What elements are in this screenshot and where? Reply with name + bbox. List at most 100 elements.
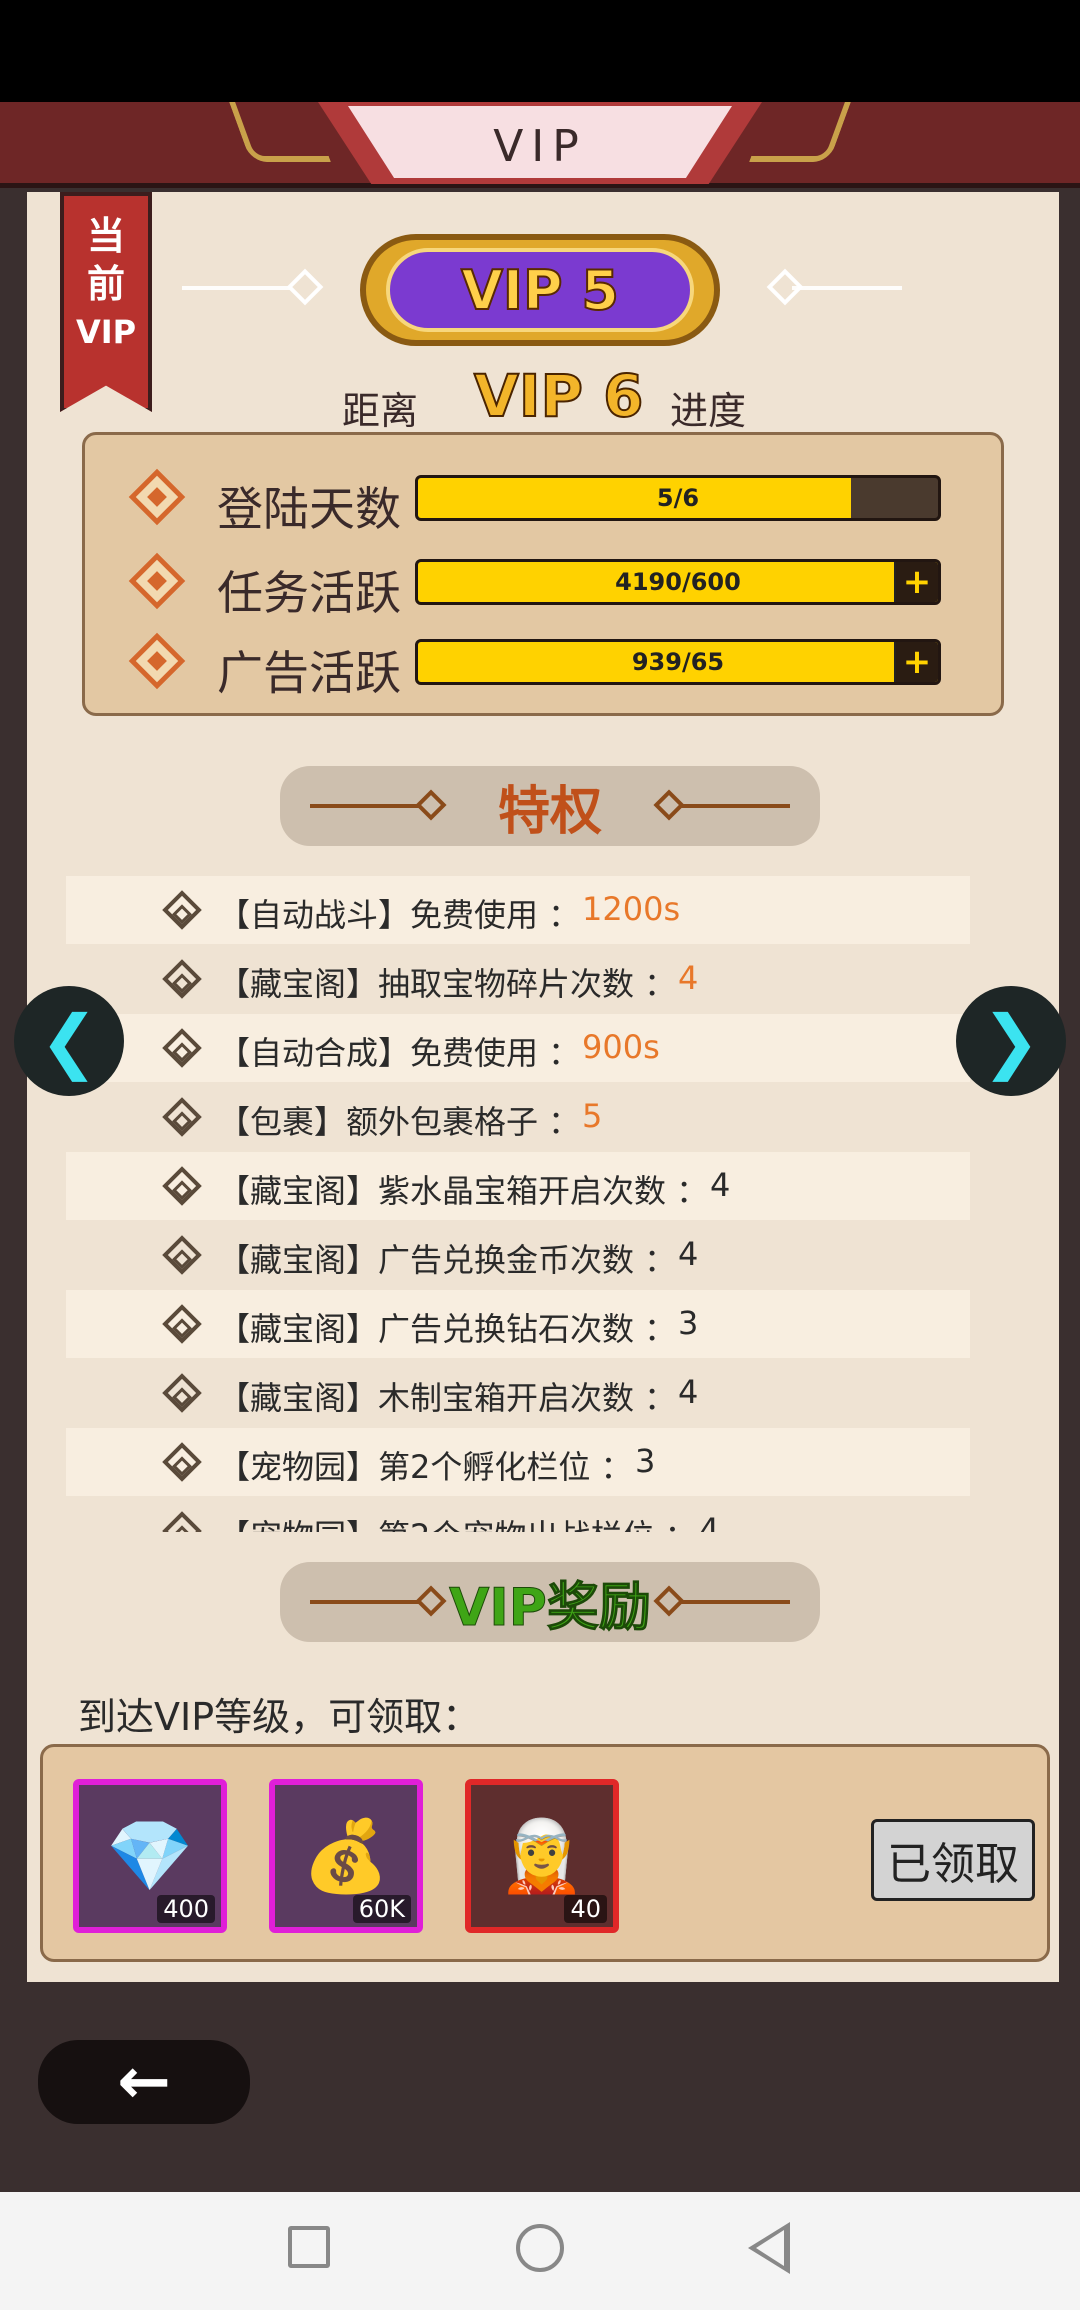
- diamond-icon: [162, 959, 202, 999]
- progress-row-ad-activity: 广告活跃 939/65 +: [85, 621, 1007, 701]
- diamond-icon: [128, 552, 186, 610]
- distance-prefix: 距离: [342, 389, 419, 433]
- ornament-line-left: [182, 286, 292, 290]
- privilege-text: 【藏宝阁】广告兑换金币次数 ：: [218, 1241, 677, 1279]
- arrow-left-icon: ←: [117, 2045, 171, 2119]
- privilege-value: 5: [582, 1097, 603, 1135]
- diamond-icon: [162, 1235, 202, 1275]
- diamond-icon: [162, 1442, 202, 1482]
- next-level-row: 距离 VIP 6 进度: [0, 361, 1080, 442]
- privilege-item: 【藏宝阁】紫水晶宝箱开启次数 ： 4: [66, 1152, 970, 1220]
- progress-label: 登陆天数: [217, 482, 401, 536]
- rewards-caption: 到达VIP等级，可领取：: [78, 1695, 481, 1739]
- prev-level-button[interactable]: ❮: [14, 986, 124, 1096]
- next-vip-level: VIP 6: [473, 361, 645, 431]
- privilege-text: 【藏宝阁】木制宝箱开启次数 ：: [218, 1379, 677, 1417]
- diamond-icon: [162, 1028, 202, 1068]
- privilege-item: 【自动战斗】免费使用 ： 1200s: [66, 876, 970, 944]
- ribbon-text-3: VIP: [75, 313, 137, 351]
- home-button[interactable]: [516, 2224, 564, 2272]
- privilege-text: 【包裹】额外包裹格子 ：: [218, 1103, 581, 1141]
- privilege-value: 900s: [582, 1028, 660, 1066]
- title-tab: VIP: [348, 106, 732, 178]
- privilege-item: 【宠物园】第2个宠物出战栏位 ： 4: [66, 1497, 970, 1532]
- current-vip-badge-inner: VIP 5: [386, 248, 694, 332]
- diamond-icon: [162, 1511, 202, 1532]
- privilege-item: 【包裹】额外包裹格子 ： 5: [66, 1083, 970, 1151]
- diamond-icon: [162, 1304, 202, 1344]
- privilege-value: 4: [710, 1166, 731, 1204]
- current-vip-badge: VIP 5: [360, 234, 720, 346]
- privilege-value: 1200s: [582, 890, 681, 928]
- rewards-header: VIP奖励: [280, 1562, 820, 1642]
- ornament-line-right: [792, 286, 902, 290]
- diamond-icon: [162, 890, 202, 930]
- privilege-item: 【藏宝阁】抽取宝物碎片次数 ： 4: [66, 945, 970, 1013]
- chevron-left-icon: ❮: [39, 1000, 99, 1082]
- progress-text: 4190/600: [615, 568, 741, 596]
- next-level-button[interactable]: ❯: [956, 986, 1066, 1096]
- system-back-button[interactable]: [748, 2222, 790, 2274]
- reward-diamonds[interactable]: 💎 400: [73, 1779, 227, 1933]
- rewards-title: VIP奖励: [449, 1577, 652, 1638]
- privilege-value: 4: [678, 959, 699, 997]
- ribbon-text-2: 前: [86, 262, 125, 306]
- current-vip-level: VIP 5: [460, 258, 620, 323]
- header-diamond-left: [415, 789, 447, 821]
- page-title: VIP: [493, 121, 587, 172]
- privilege-text: 【藏宝阁】广告兑换钻石次数 ：: [218, 1310, 677, 1348]
- add-ad-activity-button[interactable]: +: [894, 642, 938, 682]
- header-diamond-left: [415, 1585, 447, 1617]
- progress-row-task-activity: 任务活跃 4190/600 +: [85, 541, 1007, 621]
- diamond-icon: [162, 1097, 202, 1137]
- privilege-item: 【藏宝阁】广告兑换金币次数 ： 4: [66, 1221, 970, 1289]
- progress-row-login-days: 登陆天数 5/6: [85, 457, 1007, 537]
- reward-gold[interactable]: 💰 60K: [269, 1779, 423, 1933]
- privilege-item: 【藏宝阁】木制宝箱开启次数 ： 4: [66, 1359, 970, 1427]
- progress-box: 登陆天数 5/6 任务活跃 4190/600 + 广告活跃 939/65 +: [82, 432, 1004, 716]
- privilege-value: 3: [678, 1304, 699, 1342]
- progress-bar: 4190/600 +: [415, 559, 941, 605]
- status-bar: [0, 0, 1080, 102]
- header-line-right: [680, 804, 790, 808]
- privilege-value: 4: [699, 1511, 720, 1532]
- privilege-item: 【自动合成】免费使用 ： 900s: [66, 1014, 970, 1082]
- diamond-icon: [128, 632, 186, 690]
- reward-hero-shards[interactable]: 🧝 40: [465, 1779, 619, 1933]
- diamond-icon: [162, 1373, 202, 1413]
- privileges-title: 特权: [497, 781, 602, 842]
- progress-label: 任务活跃: [217, 566, 401, 620]
- recent-apps-button[interactable]: [288, 2226, 330, 2268]
- header-line-left: [310, 804, 420, 808]
- top-bar: VIP: [0, 102, 1080, 188]
- system-nav-bar: [0, 2192, 1080, 2310]
- back-button[interactable]: ←: [38, 2040, 250, 2124]
- chevron-right-icon: ❯: [981, 1000, 1041, 1082]
- privilege-text: 【藏宝阁】紫水晶宝箱开启次数 ：: [218, 1172, 709, 1210]
- progress-text: 5/6: [656, 484, 700, 512]
- ribbon-text-1: 当: [86, 214, 125, 258]
- reward-count: 60K: [352, 1895, 411, 1923]
- privilege-text: 【藏宝阁】抽取宝物碎片次数 ：: [218, 965, 677, 1003]
- add-task-activity-button[interactable]: +: [894, 562, 938, 602]
- vip-screen: VIP 当 前 VIP VIP 5 距离 VIP 6 进度 登陆天数 5/6 任…: [0, 0, 1080, 2310]
- claimed-button[interactable]: 已领取: [871, 1819, 1035, 1901]
- diamond-icon: [128, 468, 186, 526]
- privilege-value: 3: [635, 1442, 656, 1480]
- progress-label: 广告活跃: [217, 646, 401, 700]
- privilege-text: 【宠物园】第2个宠物出战栏位 ：: [218, 1511, 697, 1532]
- diamond-icon: [162, 1166, 202, 1206]
- progress-bar: 5/6: [415, 475, 941, 521]
- privilege-item: 【藏宝阁】广告兑换钻石次数 ： 3: [66, 1290, 970, 1358]
- header-line-right: [680, 1600, 790, 1604]
- privilege-value: 4: [678, 1373, 699, 1411]
- progress-bar: 939/65 +: [415, 639, 941, 685]
- top-bar-ornament-right: [749, 102, 851, 162]
- progress-text: 939/65: [631, 648, 725, 676]
- header-line-left: [310, 1600, 420, 1604]
- reward-count: 400: [157, 1895, 215, 1923]
- reward-count: 40: [564, 1895, 607, 1923]
- privileges-list[interactable]: 【自动战斗】免费使用 ： 1200s 【藏宝阁】抽取宝物碎片次数 ： 4 【自动…: [66, 876, 970, 1532]
- privilege-text: 【宠物园】第2个孵化栏位 ：: [218, 1448, 633, 1486]
- privilege-text: 【自动合成】免费使用 ：: [218, 1034, 581, 1072]
